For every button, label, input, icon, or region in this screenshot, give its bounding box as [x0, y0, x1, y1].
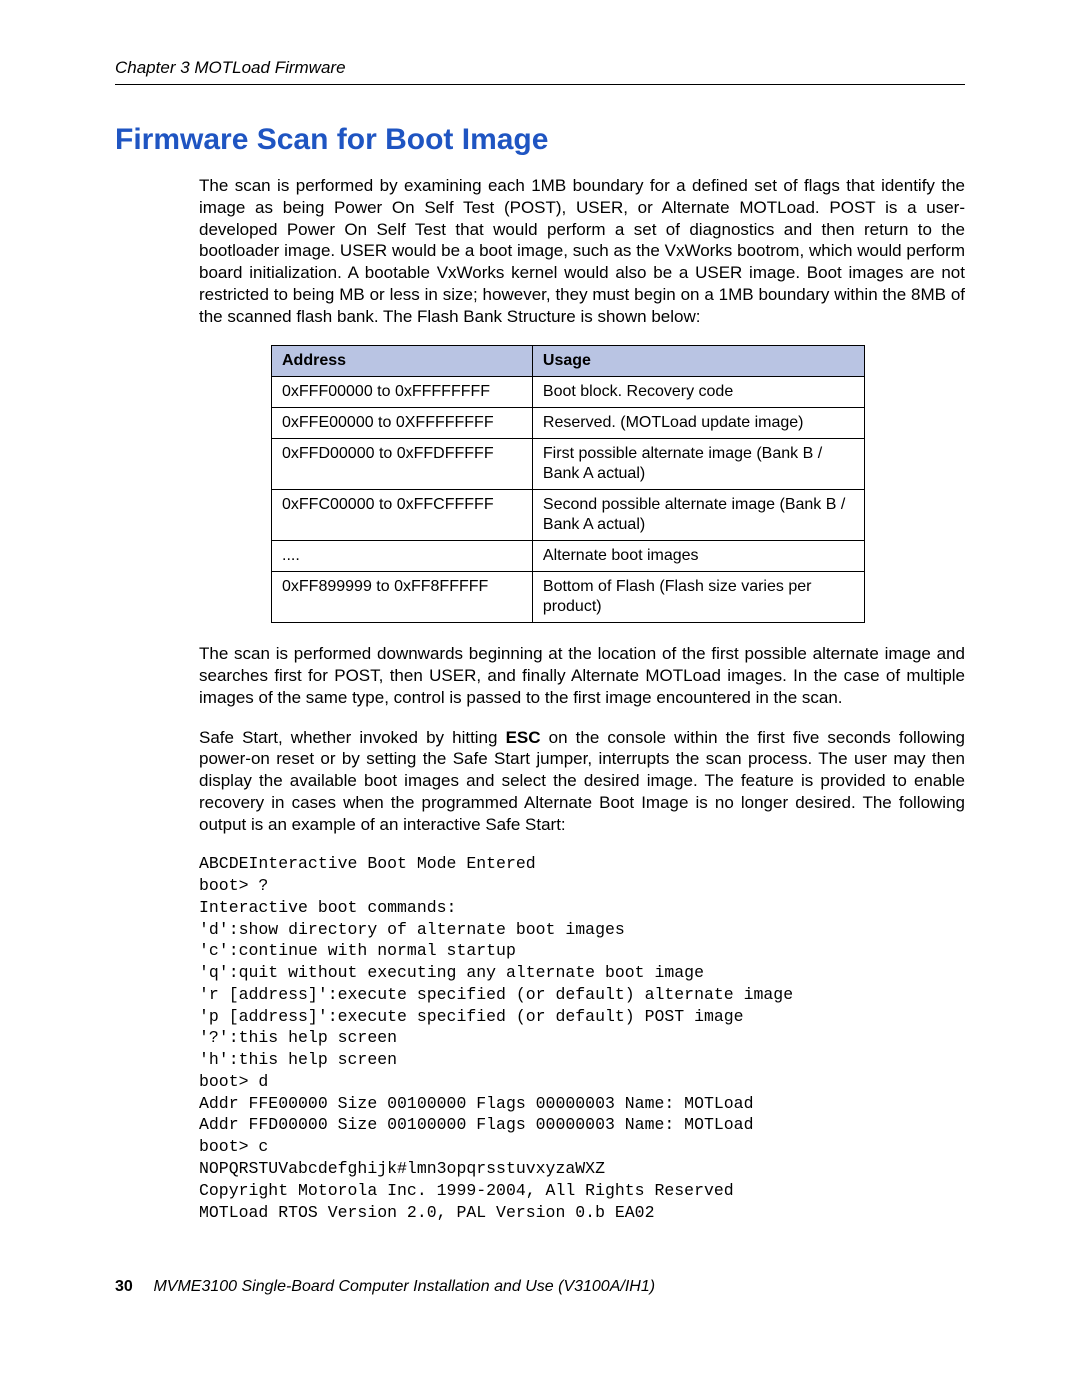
- cell-usage: Bottom of Flash (Flash size varies per p…: [532, 572, 864, 623]
- page-footer: 30 MVME3100 Single-Board Computer Instal…: [115, 1278, 965, 1296]
- cell-usage: Reserved. (MOTLoad update image): [532, 408, 864, 439]
- paragraph-intro: The scan is performed by examining each …: [199, 175, 965, 327]
- cell-address: ....: [272, 541, 533, 572]
- cell-usage: Second possible alternate image (Bank B …: [532, 490, 864, 541]
- table-row: 0xFFD00000 to 0xFFDFFFFFFirst possible a…: [272, 439, 865, 490]
- flash-bank-table: Address Usage 0xFFF00000 to 0xFFFFFFFFBo…: [271, 345, 865, 623]
- esc-key-label: ESC: [506, 728, 541, 747]
- paragraph-scan-order: The scan is performed downwards beginnin…: [199, 643, 965, 708]
- cell-address: 0xFFC00000 to 0xFFCFFFFF: [272, 490, 533, 541]
- cell-usage: Boot block. Recovery code: [532, 377, 864, 408]
- page-header: Chapter 3 MOTLoad Firmware: [115, 58, 965, 85]
- table-row: 0xFF899999 to 0xFF8FFFFFBottom of Flash …: [272, 572, 865, 623]
- footer-title: MVME3100 Single-Board Computer Installat…: [153, 1278, 655, 1295]
- paragraph-safe-start: Safe Start, whether invoked by hitting E…: [199, 727, 965, 836]
- cell-address: 0xFF899999 to 0xFF8FFFFF: [272, 572, 533, 623]
- table-row: ....Alternate boot images: [272, 541, 865, 572]
- cell-address: 0xFFF00000 to 0xFFFFFFFF: [272, 377, 533, 408]
- table-row: 0xFFC00000 to 0xFFCFFFFFSecond possible …: [272, 490, 865, 541]
- cell-address: 0xFFD00000 to 0xFFDFFFFF: [272, 439, 533, 490]
- code-block-safe-start-output: ABCDEInteractive Boot Mode Entered boot>…: [199, 853, 965, 1223]
- table-row: 0xFFF00000 to 0xFFFFFFFFBoot block. Reco…: [272, 377, 865, 408]
- table-row: 0xFFE00000 to 0XFFFFFFFFReserved. (MOTLo…: [272, 408, 865, 439]
- cell-usage: First possible alternate image (Bank B /…: [532, 439, 864, 490]
- text: Safe Start, whether invoked by hitting: [199, 728, 506, 747]
- cell-address: 0xFFE00000 to 0XFFFFFFFF: [272, 408, 533, 439]
- cell-usage: Alternate boot images: [532, 541, 864, 572]
- section-heading: Firmware Scan for Boot Image: [115, 123, 965, 157]
- document-page: Chapter 3 MOTLoad Firmware Firmware Scan…: [0, 0, 1080, 1346]
- table-header-usage: Usage: [532, 346, 864, 377]
- table-header-address: Address: [272, 346, 533, 377]
- page-number: 30: [115, 1278, 149, 1296]
